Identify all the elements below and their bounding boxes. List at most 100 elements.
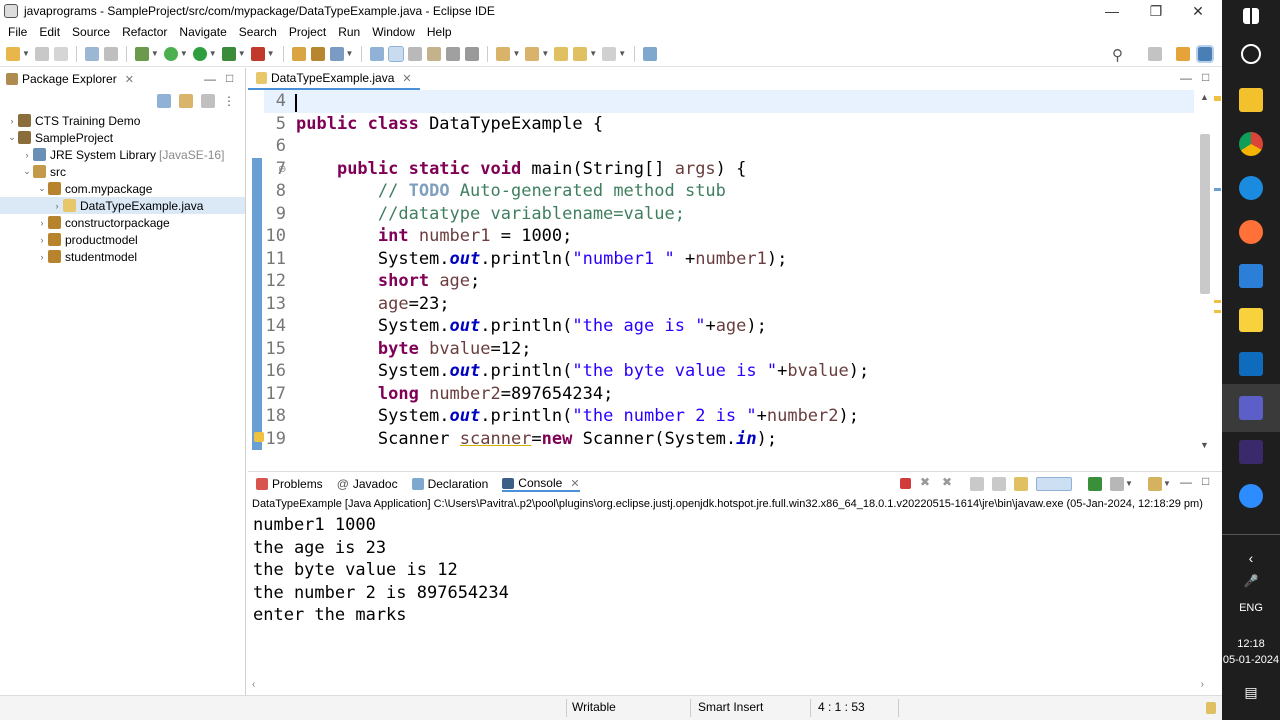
- back-dropdown-icon[interactable]: ▼: [589, 49, 597, 58]
- paragraph-icon[interactable]: [465, 46, 480, 61]
- save-all-icon[interactable]: [53, 46, 68, 61]
- previous-annotation-dropdown-icon[interactable]: ▼: [541, 49, 549, 58]
- chevron-left-icon[interactable]: ‹: [1222, 550, 1280, 566]
- skip-breakpoints-icon[interactable]: [103, 46, 118, 61]
- tree-item[interactable]: › studentmodel: [0, 248, 245, 265]
- open-type-icon[interactable]: [291, 46, 306, 61]
- editor-vertical-scrollbar[interactable]: ▲ ▼: [1198, 90, 1212, 452]
- minimize-view-icon[interactable]: —: [204, 72, 216, 86]
- scroll-right-icon[interactable]: ›: [1201, 679, 1204, 690]
- console-dropdown-icon[interactable]: ▼: [1125, 479, 1133, 488]
- coverage-dropdown-icon[interactable]: ▼: [180, 49, 188, 58]
- collapsed-arrow-icon[interactable]: ›: [21, 150, 33, 160]
- scroll-left-icon[interactable]: ‹: [252, 679, 255, 690]
- maximize-editor-icon[interactable]: □: [1202, 70, 1209, 84]
- firefox-icon[interactable]: [1239, 220, 1263, 244]
- open-console-dropdown-icon[interactable]: ▼: [1163, 479, 1171, 488]
- clock-time[interactable]: 12:18: [1222, 638, 1280, 650]
- java-perspective-icon[interactable]: [1176, 47, 1190, 61]
- menu-refactor[interactable]: Refactor: [116, 25, 173, 39]
- clock-date[interactable]: 05-01-2024: [1222, 654, 1280, 666]
- warning-marker[interactable]: [1214, 310, 1221, 313]
- chrome-icon[interactable]: [1239, 132, 1263, 156]
- open-perspective-icon[interactable]: [1148, 47, 1162, 61]
- run-icon[interactable]: [192, 46, 207, 61]
- pin-console-icon[interactable]: [1088, 477, 1102, 491]
- pin-editor-icon[interactable]: [643, 46, 658, 61]
- menu-window[interactable]: Window: [366, 25, 421, 39]
- search-icon[interactable]: [1241, 44, 1261, 64]
- console-horizontal-scrollbar[interactable]: ‹ ›: [248, 679, 1208, 692]
- windows-start-icon[interactable]: [1243, 8, 1259, 24]
- display-selected-console-icon[interactable]: [1110, 477, 1124, 491]
- tab-problems[interactable]: Problems: [256, 477, 323, 491]
- scroll-lock-icon[interactable]: [992, 477, 1006, 491]
- close-tab-icon[interactable]: ✕: [402, 72, 411, 85]
- back-icon[interactable]: [573, 46, 588, 61]
- menu-edit[interactable]: Edit: [33, 25, 66, 39]
- next-annotation-icon[interactable]: [496, 46, 511, 61]
- debug-dropdown-icon[interactable]: ▼: [151, 49, 159, 58]
- file-explorer-icon[interactable]: [1239, 88, 1263, 112]
- tree-item[interactable]: ⌄ com.mypackage: [0, 180, 245, 197]
- search-icon[interactable]: ⚲: [1112, 46, 1123, 64]
- open-task-icon[interactable]: [310, 46, 325, 61]
- minimize-editor-icon[interactable]: —: [1180, 71, 1192, 85]
- show-whitespace-icon[interactable]: [446, 46, 461, 61]
- code-editor[interactable]: ⊖ 4 5 public class DataTypeExample {6 7 pub…: [248, 90, 1222, 452]
- terminal-icon[interactable]: [84, 46, 99, 61]
- tree-item[interactable]: › productmodel: [0, 231, 245, 248]
- tree-item[interactable]: › DataTypeExample.java: [0, 197, 245, 214]
- save-icon[interactable]: [34, 46, 49, 61]
- close-button[interactable]: ✕: [1176, 0, 1220, 22]
- debug-icon[interactable]: [134, 46, 149, 61]
- close-tab-icon[interactable]: ✕: [570, 477, 579, 490]
- external-tools-dropdown-icon[interactable]: ▼: [238, 49, 246, 58]
- forward-dropdown-icon[interactable]: ▼: [618, 49, 626, 58]
- collapse-all-icon[interactable]: [157, 94, 171, 108]
- maximize-button[interactable]: ❐: [1134, 0, 1178, 22]
- terminate-icon[interactable]: [900, 478, 911, 489]
- search-tool-icon[interactable]: [329, 46, 344, 61]
- package-explorer-tab[interactable]: Package Explorer ✕ — □: [0, 68, 245, 90]
- expanded-arrow-icon[interactable]: ⌄: [6, 132, 18, 143]
- new-icon[interactable]: [6, 46, 20, 61]
- console-output[interactable]: number1 1000 the age is 23 the byte value …: [248, 514, 1222, 680]
- expanded-arrow-icon[interactable]: ⌄: [21, 166, 33, 177]
- collapsed-arrow-icon[interactable]: ›: [36, 252, 48, 262]
- scroll-down-icon[interactable]: ▼: [1200, 440, 1209, 450]
- maximize-view-icon[interactable]: □: [1202, 474, 1209, 488]
- scroll-up-icon[interactable]: ▲: [1200, 92, 1209, 102]
- minimize-button[interactable]: —: [1090, 0, 1134, 22]
- tree-item[interactable]: ⌄ SampleProject: [0, 129, 245, 146]
- coverage-icon[interactable]: [163, 46, 178, 61]
- debug-perspective-icon[interactable]: [1196, 45, 1214, 63]
- open-console-icon[interactable]: [1148, 477, 1162, 491]
- close-tab-icon[interactable]: ✕: [125, 73, 134, 86]
- previous-annotation-icon[interactable]: [525, 46, 540, 61]
- new-dropdown-icon[interactable]: ▼: [22, 49, 30, 58]
- menu-search[interactable]: Search: [233, 25, 283, 39]
- run-dropdown-icon[interactable]: ▼: [209, 49, 217, 58]
- remove-launch-icon[interactable]: ✖: [920, 475, 930, 489]
- expanded-arrow-icon[interactable]: ⌄: [36, 183, 48, 194]
- maximize-view-icon[interactable]: □: [226, 71, 233, 85]
- remove-all-launches-icon[interactable]: ✖: [942, 475, 952, 489]
- word-wrap-icon[interactable]: [427, 46, 442, 61]
- menu-file[interactable]: File: [2, 25, 33, 39]
- toggle-breadcrumb-icon[interactable]: [370, 46, 385, 61]
- word-wrap-console-icon[interactable]: [1014, 477, 1028, 491]
- eclipse-taskbar-icon[interactable]: [1239, 440, 1263, 464]
- menu-source[interactable]: Source: [66, 25, 116, 39]
- console-toggle-group[interactable]: [1036, 477, 1072, 491]
- tree-item[interactable]: ⌄ src: [0, 163, 245, 180]
- search-tool-dropdown-icon[interactable]: ▼: [346, 49, 354, 58]
- forward-icon[interactable]: [602, 46, 617, 61]
- next-annotation-dropdown-icon[interactable]: ▼: [512, 49, 520, 58]
- notification-center-icon[interactable]: ▤: [1222, 684, 1280, 701]
- notification-icon[interactable]: [1206, 702, 1216, 714]
- tree-item[interactable]: › constructorpackage: [0, 214, 245, 231]
- tree-item[interactable]: › CTS Training Demo: [0, 112, 245, 129]
- external-tools-icon[interactable]: [221, 46, 236, 61]
- store-icon[interactable]: [1239, 264, 1263, 288]
